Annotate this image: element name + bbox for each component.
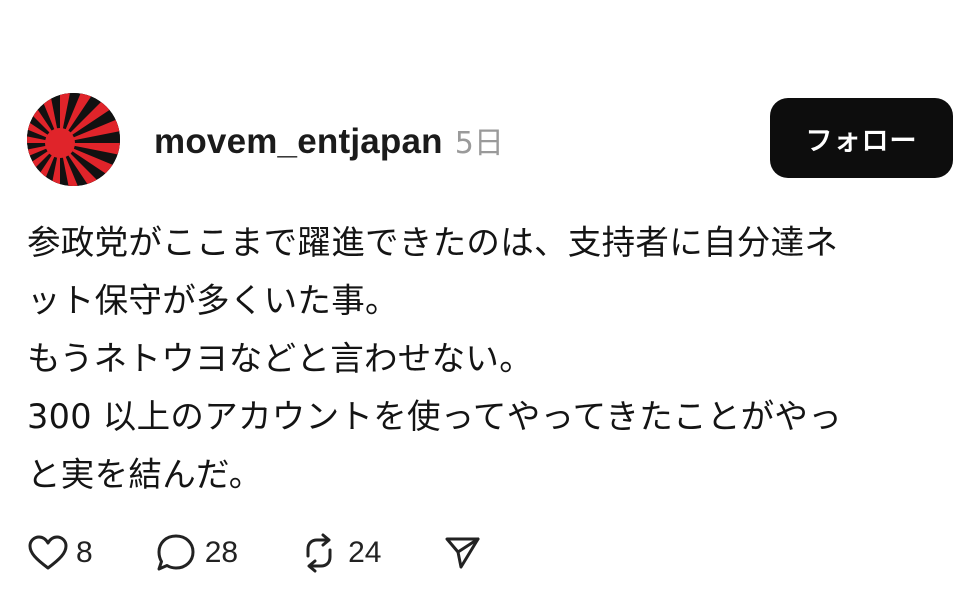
reply-button[interactable]: 28 [155, 533, 238, 573]
repost-button[interactable]: 24 [298, 532, 381, 574]
post-body-line: 300 以上のアカウントを使ってやってきたことがやっ [27, 397, 843, 436]
post-body-line: 参政党がここまで躍進できたのは、支持者に自分達ネ [27, 223, 839, 262]
username[interactable]: movem_entjapan [154, 122, 443, 162]
like-button[interactable]: 8 [28, 535, 93, 571]
avatar[interactable] [27, 93, 120, 186]
post-body-line: もうネトウヨなどと言わせない。 [27, 339, 533, 378]
share-button[interactable] [443, 533, 483, 573]
post-card: movem_entjapan 5日 フォロー 参政党がここまで躍進できたのは、支… [0, 0, 959, 604]
like-count: 8 [76, 536, 93, 569]
heart-icon [28, 535, 68, 570]
post-body: 参政党がここまで躍進できたのは、支持者に自分達ネ ット保守が多くいた事。 もうネ… [27, 214, 927, 504]
follow-button[interactable]: フォロー [770, 98, 953, 178]
repost-count: 24 [348, 536, 382, 569]
speech-bubble-icon [157, 534, 195, 571]
timestamp: 5日 [454, 126, 504, 161]
post-header: movem_entjapan 5日 フォロー [27, 93, 953, 187]
rising-sun-flag-icon [27, 93, 120, 186]
post-body-line: と実を結んだ。 [27, 455, 263, 494]
user-line: movem_entjapan 5日 [154, 118, 504, 162]
reply-count: 28 [204, 536, 239, 569]
repost-arrows-icon [306, 533, 332, 573]
action-bar: 8 28 24 [28, 525, 483, 581]
paper-plane-icon [445, 537, 480, 569]
post-body-line: ット保守が多くいた事。 [27, 281, 399, 320]
